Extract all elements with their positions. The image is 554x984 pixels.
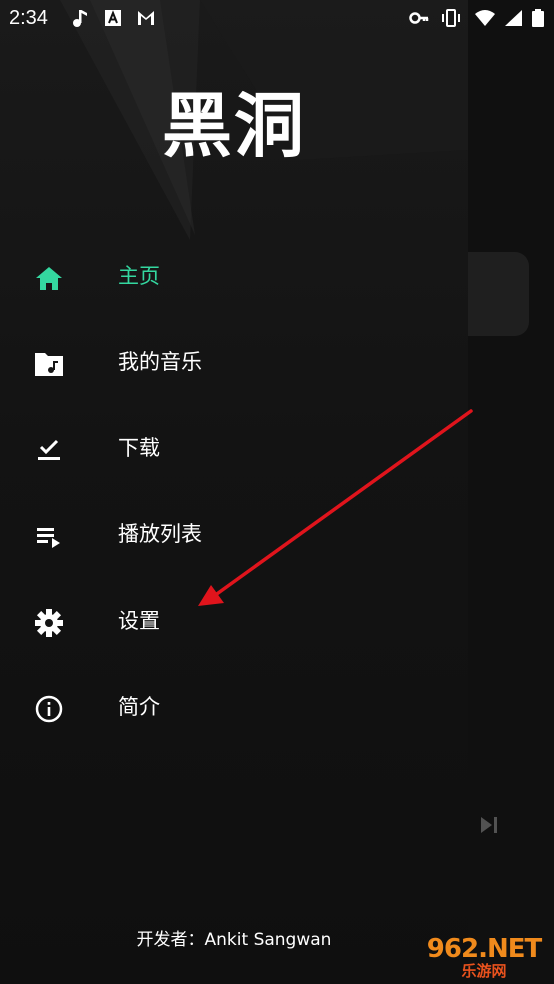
- drawer-item-label: 简介: [118, 695, 160, 719]
- navigation-drawer: 黑洞 主页 我的音乐 下载 播放列表 设置 简介 开发者：Ankit Sangw…: [0, 0, 468, 984]
- drawer-item-home[interactable]: 主页: [0, 247, 468, 307]
- watermark-text: 962.NET: [426, 934, 542, 964]
- background-content: [468, 0, 554, 984]
- drawer-item-label: 主页: [118, 264, 160, 288]
- app-title: 黑洞: [162, 85, 306, 167]
- watermark-subtext: 乐游网: [461, 962, 507, 980]
- signal-icon: [505, 10, 522, 26]
- drawer-item-label: 设置: [118, 609, 160, 633]
- background-card: [468, 252, 529, 336]
- drawer-item-about[interactable]: 简介: [0, 678, 468, 738]
- music-note-icon: [73, 10, 87, 27]
- download-check-icon: [38, 439, 60, 460]
- info-icon: [35, 695, 63, 723]
- vibrate-icon: [442, 9, 460, 27]
- drawer-item-label: 播放列表: [118, 522, 202, 546]
- status-time: 2:34: [9, 7, 48, 29]
- drawer-item-settings[interactable]: 设置: [0, 592, 468, 652]
- playlist-icon: [37, 528, 60, 548]
- key-icon: [409, 12, 429, 24]
- drawer-item-label: 我的音乐: [118, 350, 202, 374]
- home-icon: [36, 267, 62, 290]
- watermark-logo: 962.NET 乐游网: [416, 934, 552, 982]
- status-bar: 2:34: [0, 0, 554, 37]
- music-folder-icon: [35, 353, 63, 376]
- drawer-item-playlists[interactable]: 播放列表: [0, 505, 468, 565]
- wifi-icon: [475, 10, 495, 26]
- skip-next-icon: [481, 817, 497, 833]
- drawer-item-downloads[interactable]: 下载: [0, 419, 468, 479]
- gmail-icon: [138, 11, 154, 25]
- drawer-item-my-music[interactable]: 我的音乐: [0, 333, 468, 393]
- a-notification-icon: [105, 10, 121, 26]
- battery-icon: [532, 9, 544, 27]
- developer-credit: 开发者：Ankit Sangwan: [136, 930, 332, 950]
- drawer-item-label: 下载: [118, 436, 160, 460]
- gear-icon: [35, 609, 63, 637]
